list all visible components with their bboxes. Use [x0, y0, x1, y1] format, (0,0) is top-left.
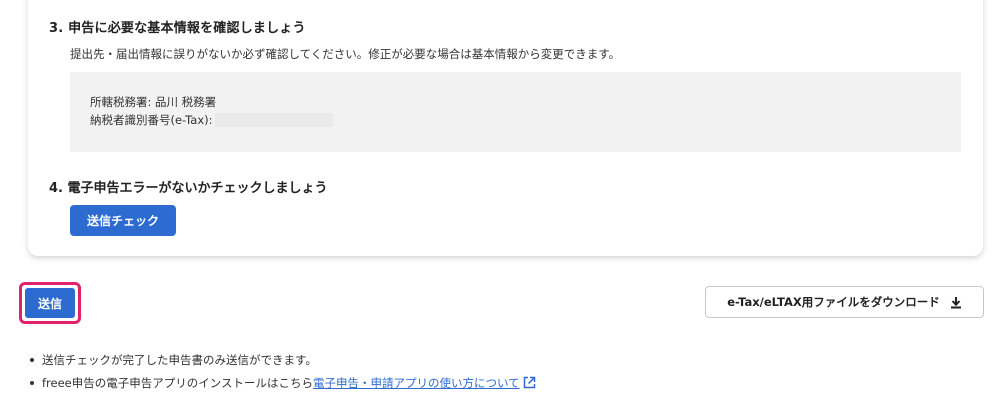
taxpayer-id-label: 納税者識別番号(e-Tax): [90, 113, 213, 127]
bullet-icon [30, 357, 34, 362]
bullet-icon [30, 380, 34, 385]
taxpayer-id-masked-value [214, 113, 333, 127]
note-send-check-text: 送信チェックが完了した申告書のみ送信ができます。 [42, 352, 317, 367]
download-file-button[interactable]: e-Tax/eLTAX用ファイルをダウンロード [705, 286, 984, 318]
app-usage-link[interactable]: 電子申告・申請アプリの使い方について [313, 375, 520, 391]
external-link-icon[interactable] [523, 376, 536, 389]
download-icon [950, 296, 962, 309]
note-item-app-install: freee申告の電子申告アプリのインストールはこちら 電子申告・申請アプリの使い方… [30, 371, 536, 394]
taxpayer-id-line: 納税者識別番号(e-Tax): [90, 112, 333, 128]
download-button-label: e-Tax/eLTAX用ファイルをダウンロード [727, 295, 940, 309]
send-check-button[interactable]: 送信チェック [70, 205, 176, 236]
tax-office-label: 所轄税務署: 品川 税務署 [90, 95, 217, 109]
tax-office-line: 所轄税務署: 品川 税務署 [90, 94, 216, 110]
step4-heading: 4. 電子申告エラーがないかチェックしましょう [49, 181, 328, 196]
note-app-install-text: freee申告の電子申告アプリのインストールはこちら [42, 375, 314, 390]
note-item-send-check: 送信チェックが完了した申告書のみ送信ができます。 [30, 348, 536, 371]
step3-description: 提出先・届出情報に誤りがないか必ず確認してください。修正が必要な場合は基本情報か… [70, 47, 621, 61]
basic-info-box: 所轄税務署: 品川 税務署 納税者識別番号(e-Tax): [70, 72, 961, 152]
step3-heading: 3. 申告に必要な基本情報を確認しましょう [49, 21, 306, 36]
notes-list: 送信チェックが完了した申告書のみ送信ができます。 freee申告の電子申告アプリ… [30, 348, 536, 394]
send-button[interactable]: 送信 [25, 288, 75, 318]
